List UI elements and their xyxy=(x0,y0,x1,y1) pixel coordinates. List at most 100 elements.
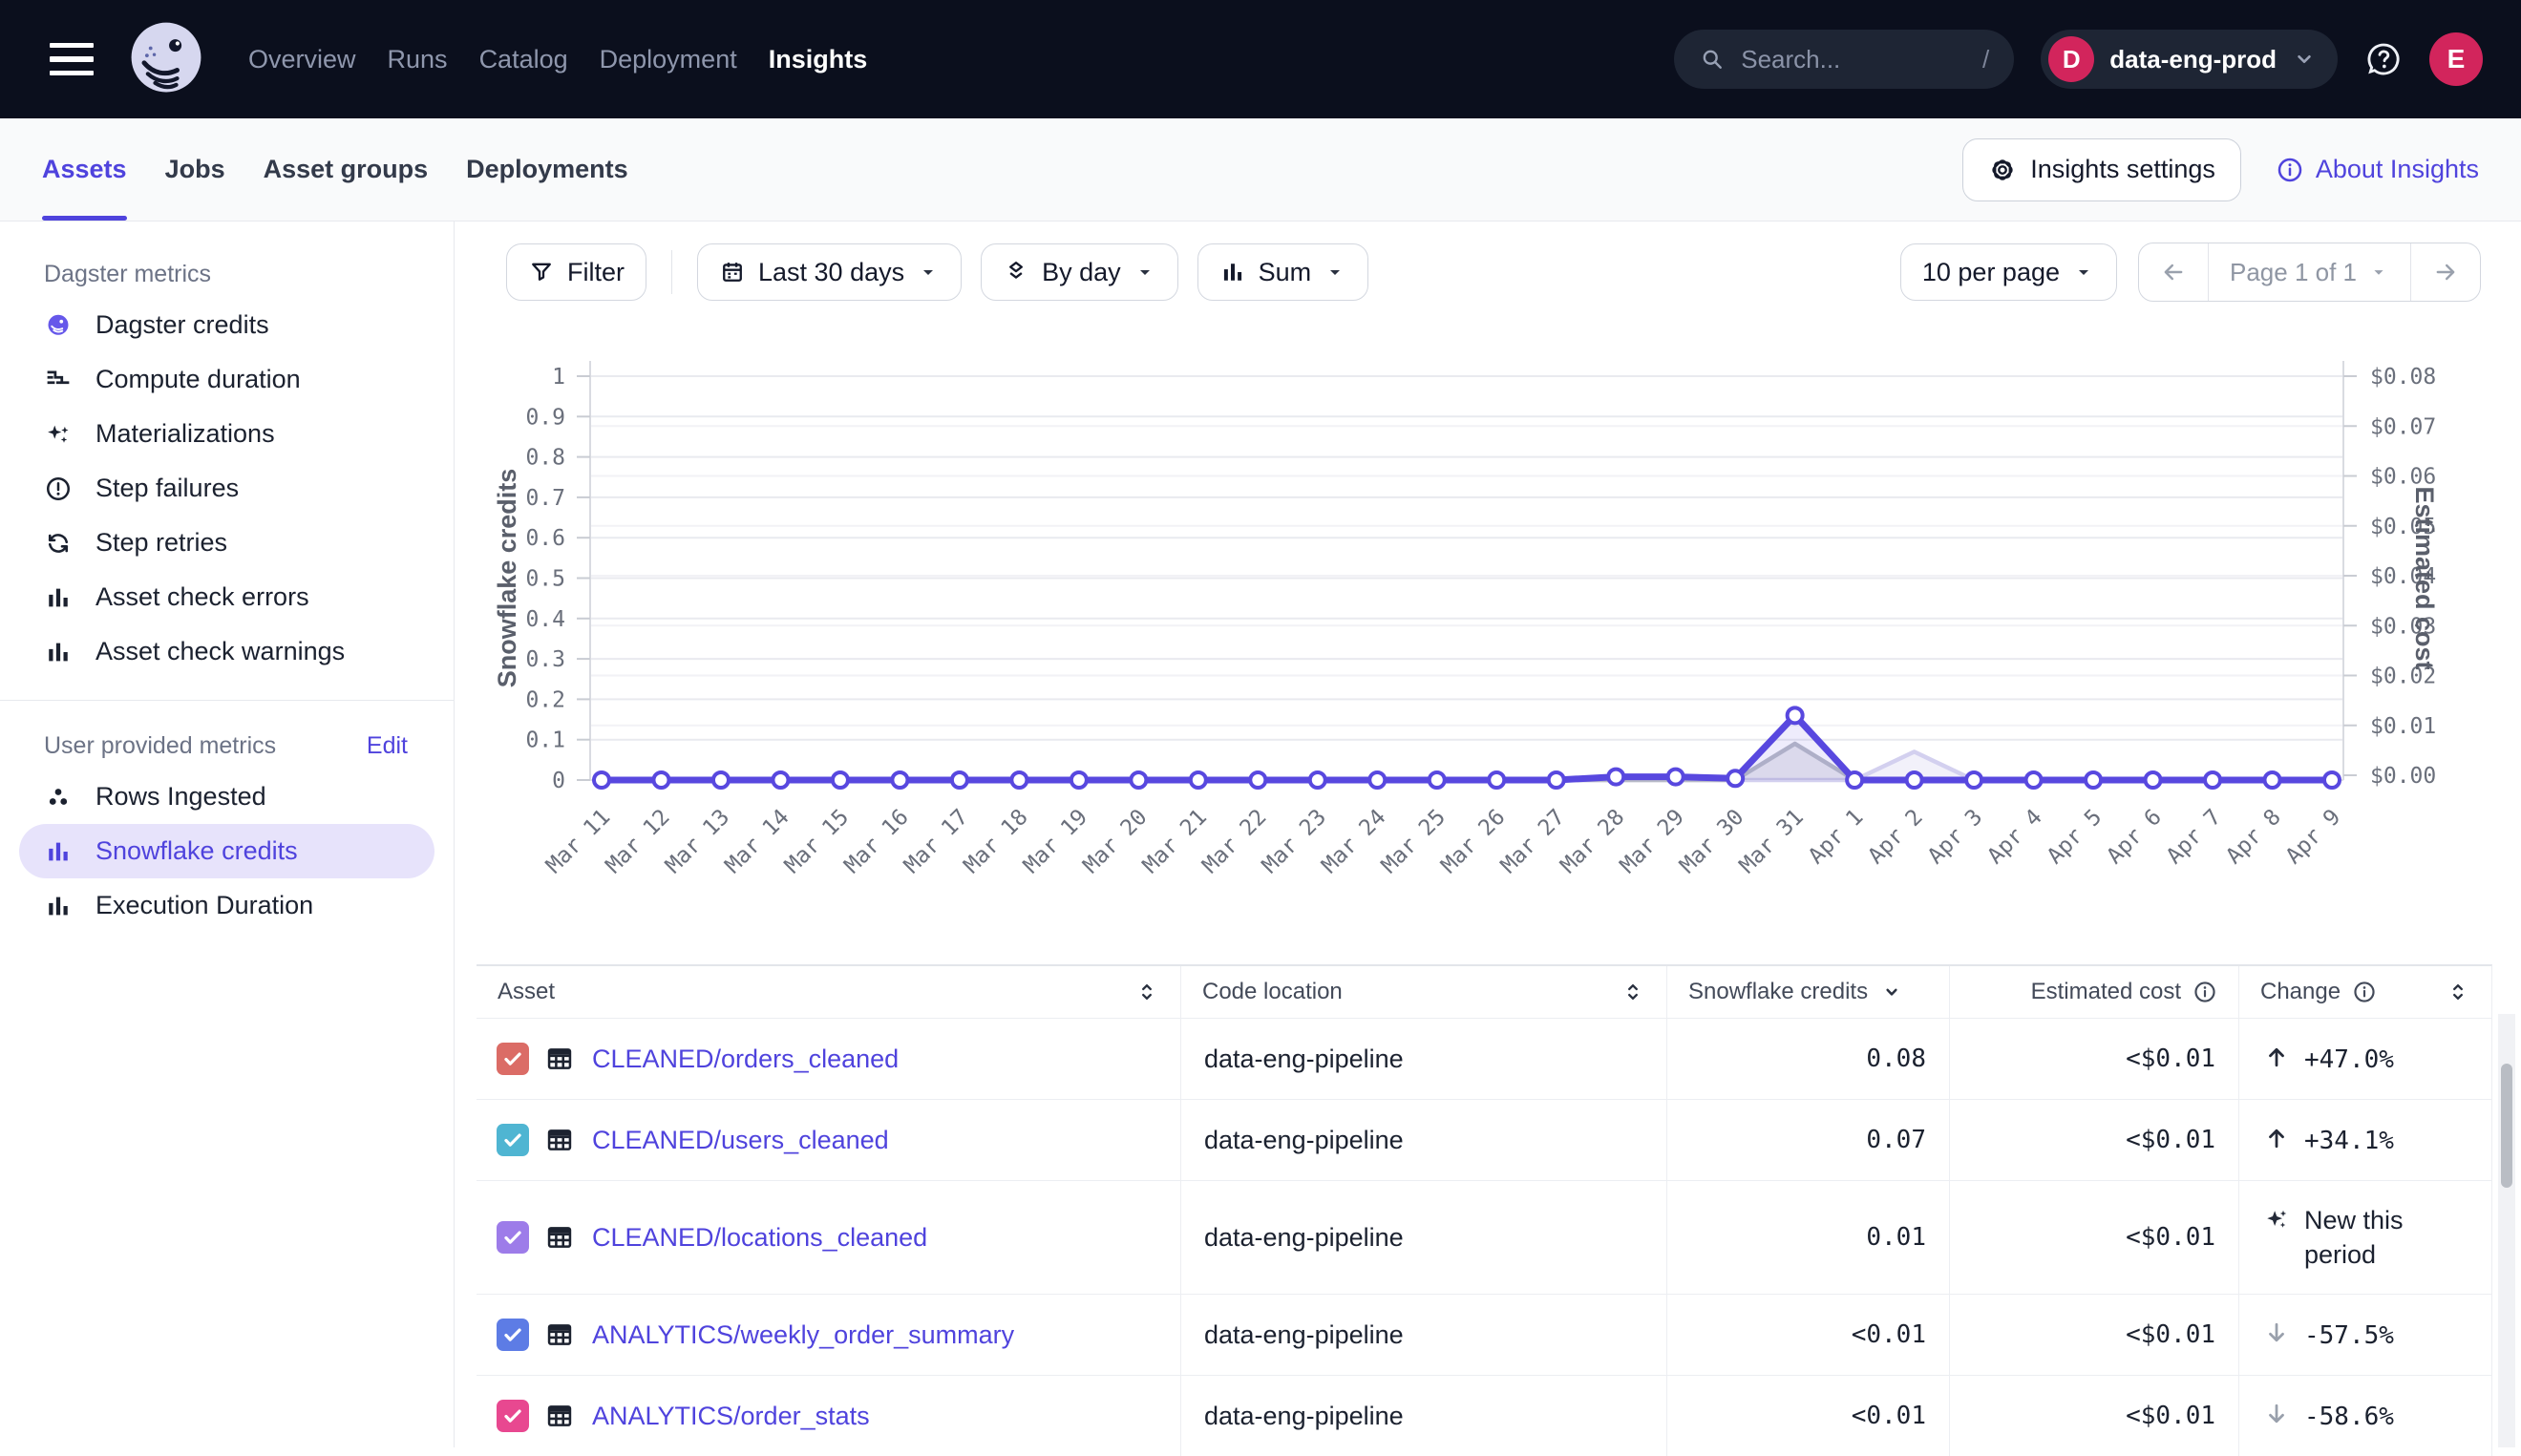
tab-asset-groups[interactable]: Asset groups xyxy=(264,118,429,221)
bar-chart-icon xyxy=(44,892,73,920)
arrow-right-icon xyxy=(2432,259,2459,285)
code-location-value: data-eng-pipeline xyxy=(1204,1320,1404,1350)
asset-link[interactable]: CLEANED/locations_cleaned xyxy=(592,1223,927,1253)
sidebar-item-rows-ingested[interactable]: Rows Ingested xyxy=(19,770,434,824)
tab-deployments[interactable]: Deployments xyxy=(466,118,628,221)
help-icon[interactable] xyxy=(2364,40,2403,78)
row-checkbox[interactable] xyxy=(497,1043,529,1075)
svg-text:Mar 25: Mar 25 xyxy=(1377,805,1451,878)
svg-text:0.9: 0.9 xyxy=(525,405,565,430)
asset-link[interactable]: CLEANED/orders_cleaned xyxy=(592,1045,899,1074)
credits-chart[interactable]: 00.10.20.30.40.50.60.70.80.91$0.00$0.01$… xyxy=(455,344,2521,917)
sidebar-section-header: User provided metricsEdit xyxy=(0,722,454,770)
workspace-switcher[interactable]: D data-eng-prod xyxy=(2041,30,2338,89)
table-icon xyxy=(544,1044,575,1074)
code-location-value: data-eng-pipeline xyxy=(1204,1223,1404,1253)
row-checkbox[interactable] xyxy=(497,1319,529,1351)
row-checkbox[interactable] xyxy=(497,1400,529,1432)
workspace-name: data-eng-prod xyxy=(2109,45,2277,74)
row-checkbox[interactable] xyxy=(497,1221,529,1254)
svg-text:1: 1 xyxy=(552,365,565,390)
column-header-estimated-cost[interactable]: Estimated cost xyxy=(1950,966,2239,1018)
column-header-asset[interactable]: Asset xyxy=(477,966,1181,1018)
svg-text:0.6: 0.6 xyxy=(525,526,565,551)
credits-chart-container: 00.10.20.30.40.50.60.70.80.91$0.00$0.01$… xyxy=(455,344,2521,917)
aggregation-select[interactable]: Sum xyxy=(1197,243,1369,301)
asset-link[interactable]: ANALYTICS/weekly_order_summary xyxy=(592,1320,1014,1350)
svg-text:Mar 30: Mar 30 xyxy=(1675,805,1748,878)
sidebar-item-asset-check-errors[interactable]: Asset check errors xyxy=(19,570,434,624)
sidebar-item-snowflake-credits[interactable]: Snowflake credits xyxy=(19,824,434,878)
column-header-snowflake-credits[interactable]: Snowflake credits xyxy=(1667,966,1950,1018)
table-row: ANALYTICS/order_statsdata-eng-pipeline<0… xyxy=(477,1375,2491,1456)
about-insights-link[interactable]: About Insights xyxy=(2276,155,2479,184)
scrollbar-thumb[interactable] xyxy=(2501,1064,2512,1188)
arrow-up-icon xyxy=(2262,1124,2291,1152)
column-header-code-location[interactable]: Code location xyxy=(1181,966,1667,1018)
caret-down-icon xyxy=(1133,261,1156,284)
table-icon xyxy=(544,1401,575,1431)
date-range-select[interactable]: Last 30 days xyxy=(697,243,962,301)
code-location-cell: data-eng-pipeline xyxy=(1181,1019,1667,1099)
calendar-icon xyxy=(719,259,746,285)
sidebar-item-step-failures[interactable]: Step failures xyxy=(19,461,434,516)
nav-item-insights[interactable]: Insights xyxy=(769,45,868,74)
granularity-select[interactable]: By day xyxy=(981,243,1178,301)
insights-tabs: Assets Jobs Asset groups Deployments xyxy=(42,118,628,221)
svg-text:Mar 13: Mar 13 xyxy=(661,805,734,878)
sidebar-item-dagster-credits[interactable]: Dagster credits xyxy=(19,298,434,352)
sidebar-section-title: Dagster metrics xyxy=(44,261,211,288)
tab-jobs[interactable]: Jobs xyxy=(165,118,225,221)
filter-button[interactable]: Filter xyxy=(506,243,646,301)
tab-assets[interactable]: Assets xyxy=(42,118,127,221)
code-location-cell: data-eng-pipeline xyxy=(1181,1376,1667,1456)
nav-item-deployment[interactable]: Deployment xyxy=(600,45,737,74)
sidebar-item-asset-check-warnings[interactable]: Asset check warnings xyxy=(19,624,434,679)
column-label: Estimated cost xyxy=(2031,979,2181,1005)
info-icon xyxy=(2352,980,2377,1004)
page-select[interactable]: Page 1 of 1 xyxy=(2209,243,2410,301)
svg-text:Apr 4: Apr 4 xyxy=(1982,805,2046,869)
search-shortcut-key: / xyxy=(1982,45,1989,74)
granularity-label: By day xyxy=(1042,258,1121,287)
dots-icon xyxy=(44,783,73,812)
asset-cell: ANALYTICS/order_stats xyxy=(477,1376,1181,1456)
sidebar-item-execution-duration[interactable]: Execution Duration xyxy=(19,878,434,933)
dagster-logo[interactable] xyxy=(122,15,210,103)
sidebar-item-step-retries[interactable]: Step retries xyxy=(19,516,434,570)
scrollbar-track[interactable] xyxy=(2498,1014,2515,1447)
cost-cell: <$0.01 xyxy=(1950,1295,2239,1375)
nav-item-runs[interactable]: Runs xyxy=(388,45,448,74)
insights-settings-button[interactable]: Insights settings xyxy=(1962,138,2241,201)
svg-text:Mar 21: Mar 21 xyxy=(1138,805,1212,878)
asset-link[interactable]: CLEANED/users_cleaned xyxy=(592,1126,889,1155)
svg-text:0: 0 xyxy=(552,769,565,793)
search-placeholder: Search... xyxy=(1741,45,1840,74)
edit-metrics-link[interactable]: Edit xyxy=(367,732,408,760)
nav-item-catalog[interactable]: Catalog xyxy=(479,45,568,74)
asset-link[interactable]: ANALYTICS/order_stats xyxy=(592,1402,870,1431)
user-avatar[interactable]: E xyxy=(2429,32,2483,86)
asset-cell: ANALYTICS/weekly_order_summary xyxy=(477,1295,1181,1375)
prev-page-button[interactable] xyxy=(2139,243,2208,301)
table-row: CLEANED/locations_cleaned data-eng-pipeli… xyxy=(477,1180,2491,1294)
bar-chart-icon xyxy=(44,837,73,866)
change-value: New this period xyxy=(2304,1203,2467,1273)
search-input[interactable]: Search... / xyxy=(1674,30,2014,89)
next-page-button[interactable] xyxy=(2411,243,2480,301)
gear-icon xyxy=(1988,156,2017,184)
code-location-value: data-eng-pipeline xyxy=(1204,1126,1404,1155)
svg-text:Mar 18: Mar 18 xyxy=(959,805,1032,878)
sidebar-item-materializations[interactable]: Materializations xyxy=(19,407,434,461)
nav-item-overview[interactable]: Overview xyxy=(248,45,356,74)
sidebar-item-compute-duration[interactable]: Compute duration xyxy=(19,352,434,407)
change-cell: +34.1% xyxy=(2239,1100,2491,1180)
cost-cell: <$0.01 xyxy=(1950,1019,2239,1099)
sidebar-item-label: Materializations xyxy=(95,419,275,449)
row-checkbox[interactable] xyxy=(497,1124,529,1156)
insights-settings-label: Insights settings xyxy=(2030,155,2215,184)
per-page-select[interactable]: 10 per page xyxy=(1900,243,2117,301)
svg-text:0.5: 0.5 xyxy=(525,567,565,592)
menu-icon[interactable] xyxy=(50,43,94,76)
column-header-change[interactable]: Change xyxy=(2239,966,2491,1018)
